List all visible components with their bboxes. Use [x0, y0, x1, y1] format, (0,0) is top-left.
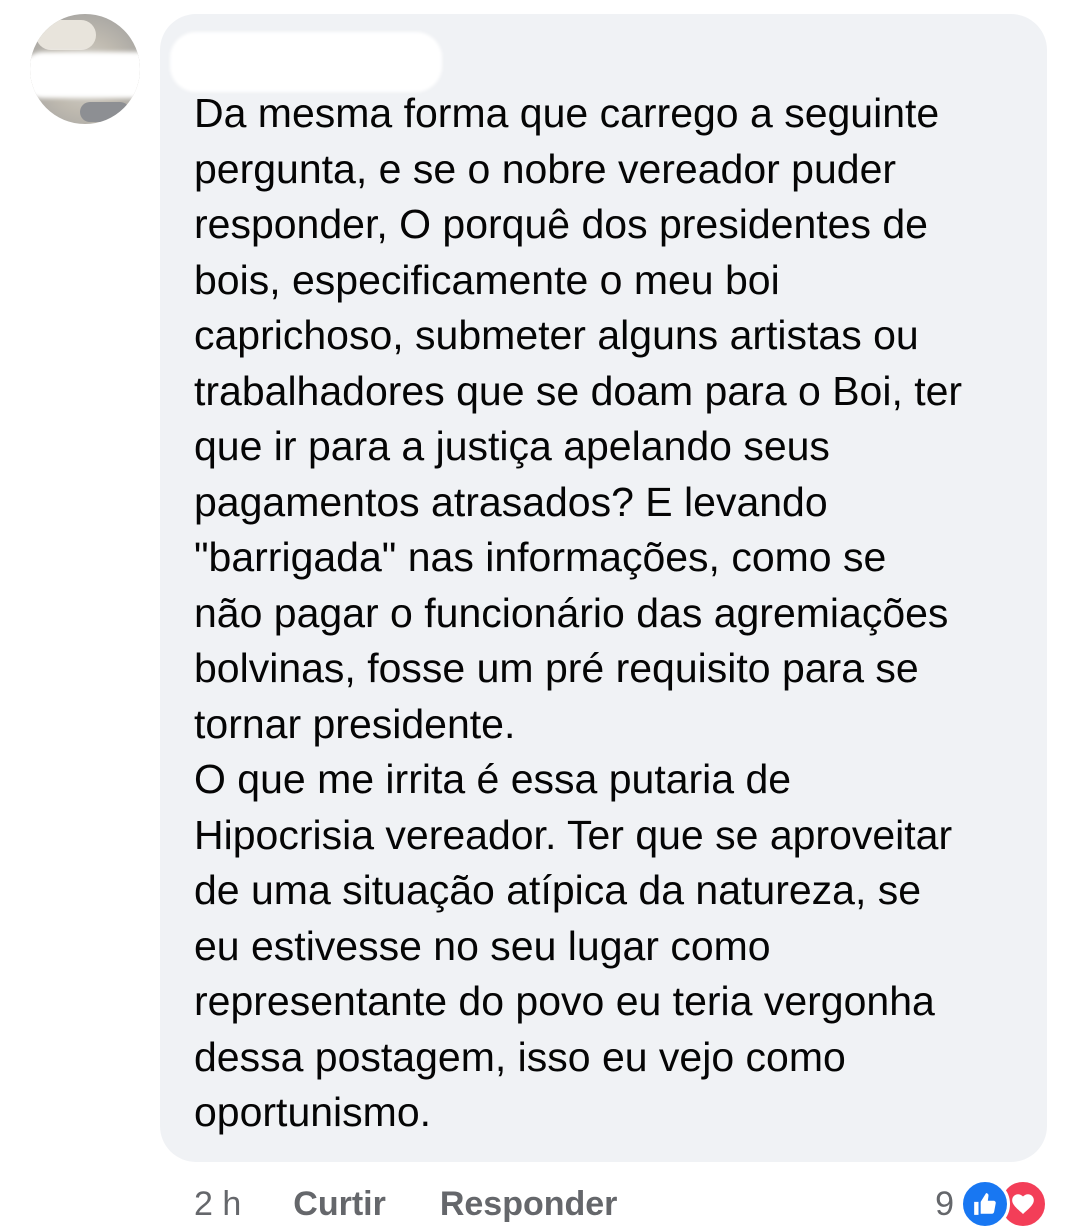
like-button[interactable]: Curtir	[293, 1185, 386, 1224]
reply-button[interactable]: Responder	[440, 1185, 618, 1224]
avatar[interactable]	[30, 14, 140, 124]
avatar-redaction	[80, 102, 130, 122]
comment-bubble: Da mesma forma que carrego a seguinte pe…	[160, 14, 1047, 1162]
comment-actions: 2 h Curtir Responder	[194, 1180, 617, 1228]
comment-timestamp[interactable]: 2 h	[194, 1185, 241, 1224]
avatar-redaction	[36, 20, 96, 50]
author-name-redaction	[170, 32, 442, 92]
reaction-count: 9	[935, 1184, 954, 1223]
reactions-summary[interactable]: 9	[935, 1179, 1048, 1229]
avatar-redaction	[30, 52, 140, 98]
like-reaction-icon	[960, 1179, 1010, 1229]
comment-text: Da mesma forma que carrego a seguinte pe…	[194, 90, 963, 1135]
